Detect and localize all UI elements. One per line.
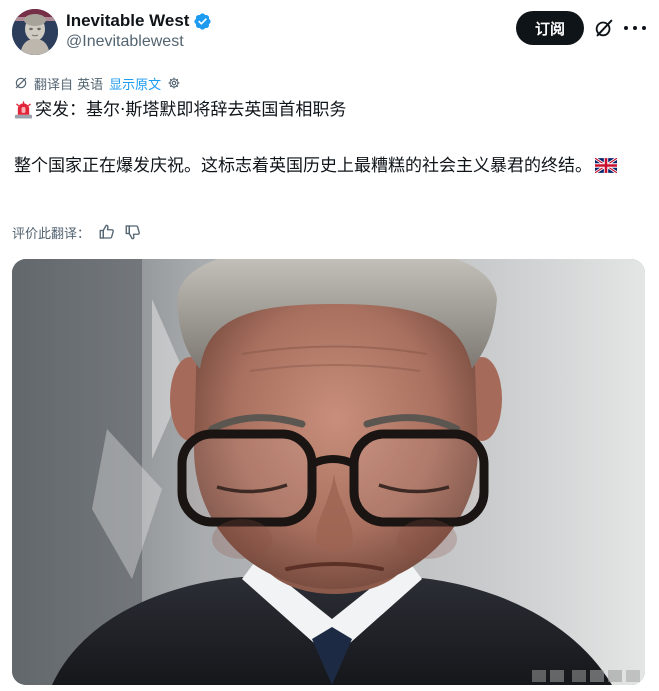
translation-row: 翻译自 英语 显示原文 [14, 74, 181, 93]
avatar-statue-icon [12, 9, 58, 55]
rate-translation-row: 评价此翻译： [12, 222, 142, 242]
post-photo[interactable] [12, 259, 645, 685]
author-display-name[interactable]: Inevitable West [66, 11, 189, 31]
dot [633, 26, 637, 30]
avatar[interactable] [12, 9, 58, 55]
dot [642, 26, 646, 30]
dot [624, 26, 628, 30]
rate-translation-label: 评价此翻译： [12, 226, 91, 242]
post-body: 整个国家正在爆发庆祝。这标志着英国历史上最糟糕的社会主义暴君的终结。 [14, 152, 644, 180]
siren-emoji [14, 101, 33, 119]
man-looking-down-image [12, 259, 645, 685]
author-name-row[interactable]: Inevitable West [66, 10, 212, 32]
thumbs-up-icon[interactable] [98, 223, 116, 241]
show-original-link[interactable]: 显示原文 [109, 74, 161, 93]
gear-icon[interactable] [167, 76, 181, 90]
translated-from-label: 翻译自 英语 [34, 77, 104, 93]
post-card: Inevitable West @Inevitablewest 订阅 翻译自 英… [0, 0, 659, 691]
post-headline: 突发：基尔·斯塔默即将辞去英国首相职务 [14, 98, 346, 122]
thumbs-down-icon[interactable] [124, 223, 142, 241]
translate-icon [15, 77, 27, 89]
grok-icon[interactable] [593, 17, 615, 39]
post-headline-text: 突发：基尔·斯塔默即将辞去英国首相职务 [35, 100, 347, 120]
subscribe-button[interactable]: 订阅 [516, 11, 584, 45]
more-options-icon[interactable] [624, 17, 646, 39]
verified-badge-icon [194, 12, 212, 30]
watermark-logo [532, 670, 640, 682]
author-handle[interactable]: @Inevitablewest [66, 33, 184, 51]
post-body-text: 整个国家正在爆发庆祝。这标志着英国历史上最糟糕的社会主义暴君的终结。 [14, 156, 592, 176]
uk-flag-emoji [595, 158, 617, 173]
